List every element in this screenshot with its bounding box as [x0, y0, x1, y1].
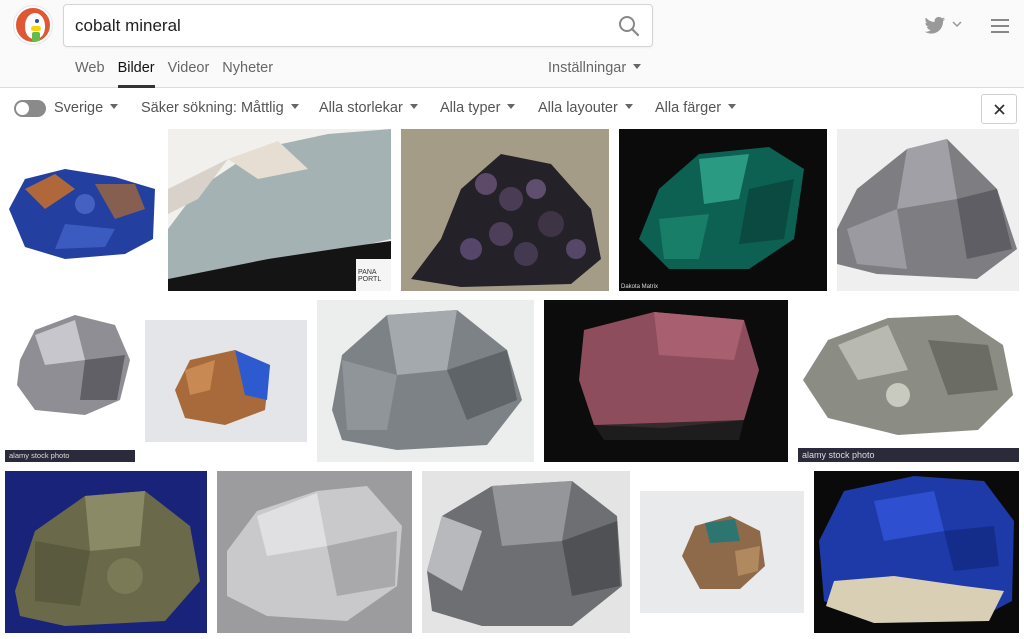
tab-news[interactable]: Nyheter — [222, 60, 273, 88]
image-result[interactable] — [145, 300, 307, 462]
search-icon[interactable] — [618, 15, 640, 37]
small-cobalt-nugget-image — [640, 471, 804, 633]
image-result[interactable] — [5, 129, 158, 291]
size-label: Alla storlekar — [319, 100, 403, 116]
header: Web Bilder Videor Nyheter Inställningar — [0, 0, 1024, 88]
grey-cobalt-lump-image — [317, 300, 534, 462]
image-result[interactable] — [544, 300, 788, 462]
safe-search-label: Säker sökning: Måttlig — [141, 100, 284, 116]
settings-dropdown[interactable]: Inställningar — [548, 60, 642, 76]
color-filter[interactable]: Alla färger — [655, 100, 737, 116]
cobaltite-rock-image — [837, 129, 1019, 291]
cobalt-ore-specimen-image — [798, 300, 1019, 462]
dark-grey-cobalt-image — [422, 471, 630, 633]
image-caption: PANA PORTL — [358, 269, 382, 283]
safe-search-filter[interactable]: Säker sökning: Måttlig — [141, 100, 299, 116]
caret-icon — [633, 63, 642, 69]
caret-icon — [624, 103, 633, 109]
image-result[interactable] — [401, 129, 609, 291]
lapis-blue-cobalt-image — [814, 471, 1019, 633]
image-caption: Dakota Matrix — [621, 284, 659, 290]
image-caption: alamy stock photo — [5, 450, 135, 462]
image-result[interactable] — [837, 129, 1019, 291]
close-filters-button[interactable] — [981, 94, 1017, 124]
silver-cobalt-ore-image — [5, 300, 135, 462]
caret-icon — [728, 103, 737, 109]
image-result[interactable] — [217, 471, 412, 633]
nav-tabs: Web Bilder Videor Nyheter — [75, 60, 286, 88]
region-filter[interactable]: Sverige — [54, 100, 119, 116]
hamburger-menu-icon[interactable] — [991, 18, 1009, 34]
duckduckgo-logo[interactable] — [14, 6, 52, 44]
layout-filter[interactable]: Alla layouter — [538, 100, 633, 116]
image-result[interactable] — [422, 471, 630, 633]
image-result[interactable] — [317, 300, 534, 462]
green-cobalt-crystal-image — [619, 129, 827, 291]
skutterudite-slab-image — [168, 129, 391, 291]
type-label: Alla typer — [440, 100, 501, 116]
image-caption: alamy stock photo — [798, 448, 1019, 462]
region-label: Sverige — [54, 100, 104, 116]
image-result[interactable]: PANA PORTL — [168, 129, 391, 291]
pyrite-cobaltite-image — [5, 471, 207, 633]
settings-label: Inställningar — [548, 60, 627, 76]
image-result[interactable] — [814, 471, 1019, 633]
caret-icon — [409, 103, 418, 109]
tab-images[interactable]: Bilder — [117, 60, 155, 88]
size-filter[interactable]: Alla storlekar — [319, 100, 418, 116]
image-result[interactable]: alamy stock photo — [5, 300, 135, 462]
blue-brown-ore-image — [145, 300, 307, 462]
tab-videos[interactable]: Videor — [168, 60, 210, 88]
image-result[interactable]: Dakota Matrix — [619, 129, 827, 291]
caret-icon — [507, 103, 516, 109]
color-label: Alla färger — [655, 100, 722, 116]
image-result[interactable]: alamy stock photo — [798, 300, 1019, 462]
azurite-cobalt-mineral-image — [5, 129, 158, 291]
type-filter[interactable]: Alla typer — [440, 100, 516, 116]
region-toggle[interactable] — [14, 100, 46, 117]
close-icon — [994, 104, 1005, 115]
image-result[interactable] — [5, 471, 207, 633]
pink-erythrite-slab-image — [544, 300, 788, 462]
filter-bar: Sverige Säker sökning: Måttlig Alla stor… — [0, 89, 1024, 129]
caret-icon — [110, 103, 119, 109]
image-result[interactable] — [640, 471, 804, 633]
erythrite-cluster-image — [401, 129, 609, 291]
layout-label: Alla layouter — [538, 100, 618, 116]
caret-icon — [290, 103, 299, 109]
chevron-down-icon[interactable] — [952, 19, 962, 29]
search-input[interactable] — [75, 5, 595, 46]
tab-web[interactable]: Web — [75, 60, 105, 88]
twitter-icon[interactable] — [924, 16, 946, 36]
search-box[interactable] — [63, 4, 653, 47]
metallic-cobalt-rock-image — [217, 471, 412, 633]
